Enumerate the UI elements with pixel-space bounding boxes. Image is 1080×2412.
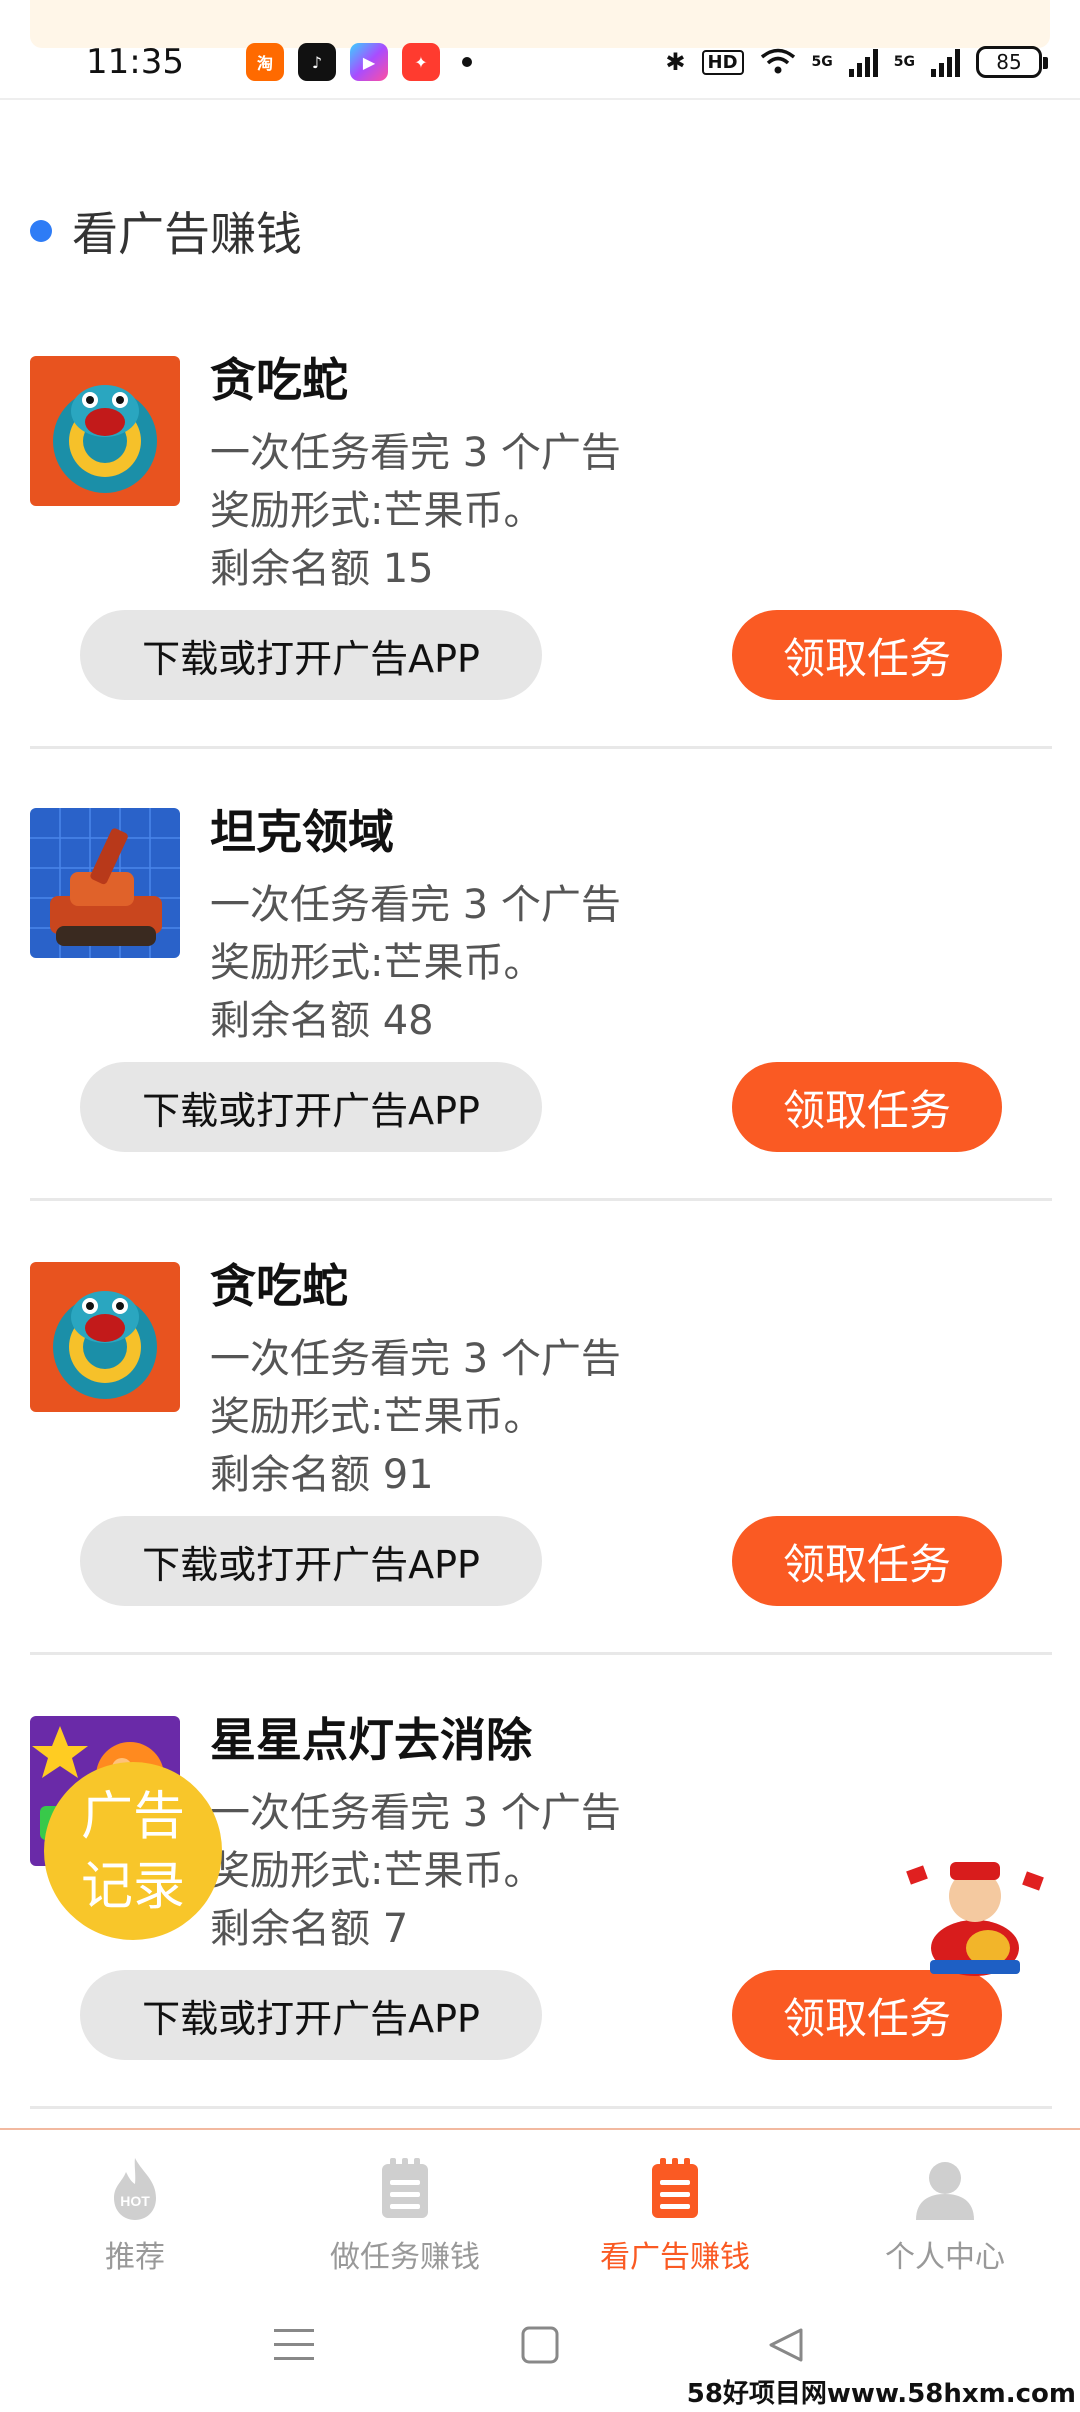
ad-record-float-button[interactable]: 广告 记录 xyxy=(44,1762,222,1940)
ad-record-line1: 广告 xyxy=(80,1787,185,1847)
section-bullet xyxy=(30,220,52,242)
nav-item-profile[interactable]: 个人中心 xyxy=(810,2130,1080,2290)
wifi-icon xyxy=(760,48,795,74)
task-reward: 奖励形式:芒果币。 xyxy=(210,940,544,986)
section-header: 看广告赚钱 xyxy=(30,198,302,264)
task-reward: 奖励形式:芒果币。 xyxy=(210,1848,544,1894)
network-type-label: 5G xyxy=(811,54,833,70)
nav-item-recommend[interactable]: HOT 推荐 xyxy=(0,2130,270,2290)
nav-item-watch-ads[interactable]: 看广告赚钱 xyxy=(540,2130,810,2290)
task-description: 一次任务看完 3 个广告 xyxy=(210,430,621,476)
card-divider xyxy=(30,2106,1052,2109)
task-remaining: 剩余名额 15 xyxy=(210,546,434,592)
bluetooth-icon: ✱ xyxy=(665,48,686,76)
task-card: 坦克领域 一次任务看完 3 个广告 奖励形式:芒果币。 剩余名额 48 下载或打… xyxy=(30,805,1052,1258)
task-reward: 奖励形式:芒果币。 xyxy=(210,1394,544,1440)
clipboard-icon xyxy=(382,2158,428,2218)
signal-icon-2 xyxy=(931,47,960,77)
clipboard-list-icon xyxy=(652,2158,698,2218)
download-app-button[interactable]: 下载或打开广告APP xyxy=(80,1062,542,1152)
watermark-text: 58好项目网www.58hxm.com xyxy=(686,2379,1076,2409)
bottom-nav: HOT 推荐 做任务赚钱 看广告赚钱 个人中心 xyxy=(0,2130,1080,2290)
ad-record-line2: 记录 xyxy=(80,1857,185,1917)
task-reward: 奖励形式:芒果币。 xyxy=(210,488,544,534)
task-title: 贪吃蛇 xyxy=(210,353,348,407)
section-title: 看广告赚钱 xyxy=(72,207,302,261)
status-bar: 11:35 淘 ♪ ▶ ✦ ✱ HD 5G 5G 85 xyxy=(0,22,1080,102)
video-app-icon: ▶ xyxy=(350,43,388,81)
home-icon[interactable] xyxy=(517,2322,563,2368)
task-title: 贪吃蛇 xyxy=(210,1259,348,1313)
task-remaining: 剩余名额 7 xyxy=(210,1906,409,1952)
download-app-button[interactable]: 下载或打开广告APP xyxy=(80,1970,542,2060)
snake-game-icon[interactable] xyxy=(30,1262,180,1412)
hd-voice-icon: HD xyxy=(701,49,744,75)
claim-task-button[interactable]: 领取任务 xyxy=(732,1062,1002,1152)
network-type-label-2: 5G xyxy=(893,54,915,70)
svg-text:HOT: HOT xyxy=(120,2193,150,2209)
hot-flame-icon: HOT xyxy=(114,2158,156,2220)
status-indicators: ✱ HD 5G 5G 85 xyxy=(665,46,1048,78)
shopping-app-icon: ✦ xyxy=(402,43,440,81)
task-card: 贪吃蛇 一次任务看完 3 个广告 奖励形式:芒果币。 剩余名额 91 下载或打开… xyxy=(30,1259,1052,1712)
task-card: 贪吃蛇 一次任务看完 3 个广告 奖励形式:芒果币。 剩余名额 15 下载或打开… xyxy=(30,353,1052,806)
card-divider xyxy=(30,1198,1052,1201)
nav-label: 看广告赚钱 xyxy=(600,2240,750,2275)
task-title: 星星点灯去消除 xyxy=(210,1713,532,1767)
snake-game-icon[interactable] xyxy=(30,356,180,506)
task-remaining: 剩余名额 48 xyxy=(210,998,434,1044)
nav-label: 个人中心 xyxy=(885,2240,1005,2275)
download-app-button[interactable]: 下载或打开广告APP xyxy=(80,1516,542,1606)
download-app-button[interactable]: 下载或打开广告APP xyxy=(80,610,542,700)
nav-item-tasks[interactable]: 做任务赚钱 xyxy=(270,2130,540,2290)
fortune-god-icon[interactable] xyxy=(900,1848,1050,1978)
tiktok-app-icon: ♪ xyxy=(298,43,336,81)
claim-task-button[interactable]: 领取任务 xyxy=(732,610,1002,700)
task-remaining: 剩余名额 91 xyxy=(210,1452,434,1498)
task-description: 一次任务看完 3 个广告 xyxy=(210,1336,621,1382)
task-title: 坦克领域 xyxy=(210,805,394,859)
nav-label: 做任务赚钱 xyxy=(330,2240,480,2275)
notification-icons: 淘 ♪ ▶ ✦ xyxy=(246,43,472,81)
battery-icon: 85 xyxy=(976,46,1048,78)
card-divider xyxy=(30,746,1052,749)
claim-task-button[interactable]: 领取任务 xyxy=(732,1516,1002,1606)
status-time: 11:35 xyxy=(86,42,184,82)
task-description: 一次任务看完 3 个广告 xyxy=(210,882,621,928)
back-icon[interactable] xyxy=(763,2322,809,2368)
card-divider xyxy=(30,1652,1052,1655)
signal-icon-1 xyxy=(848,47,878,77)
task-description: 一次任务看完 3 个广告 xyxy=(210,1790,621,1836)
more-notifications-dot xyxy=(462,57,472,67)
taobao-app-icon: 淘 xyxy=(246,43,284,81)
tank-game-icon[interactable] xyxy=(30,808,180,958)
menu-icon[interactable] xyxy=(271,2322,317,2368)
header-divider xyxy=(0,98,1080,100)
user-icon xyxy=(916,2162,974,2220)
nav-label: 推荐 xyxy=(105,2240,165,2275)
claim-task-button[interactable]: 领取任务 xyxy=(732,1970,1002,2060)
